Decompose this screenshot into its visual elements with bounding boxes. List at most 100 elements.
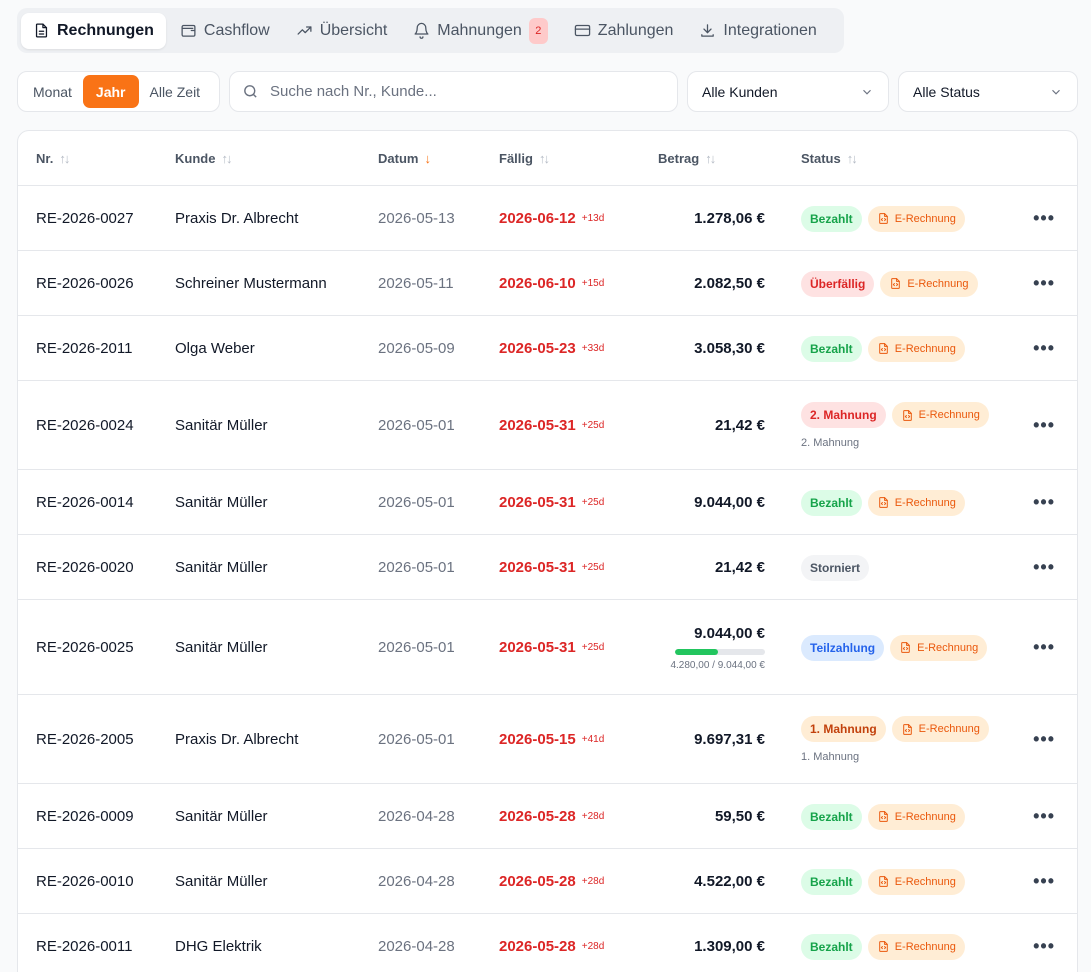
column-header-datum[interactable]: Datum ↓ (378, 131, 431, 186)
period-month-button[interactable]: Monat (22, 75, 83, 108)
more-actions-button[interactable]: ••• (1033, 914, 1055, 972)
table-row[interactable]: RE-2026-0024 Sanitär Müller 2026-05-01 2026… (18, 381, 1077, 470)
column-header-status[interactable]: Status ↑↓ (801, 131, 858, 186)
status: Bezahlt E-Rechnung (801, 186, 965, 251)
table-row[interactable]: RE-2026-0014 Sanitär Müller 2026-05-01 2026… (18, 470, 1077, 535)
status-select-value: Alle Status (913, 83, 980, 100)
e-rechnung-badge[interactable]: E-Rechnung (867, 489, 965, 516)
period-year-button[interactable]: Jahr (82, 75, 139, 108)
amount-value: 4.522,00 € (694, 873, 765, 890)
amount-value: 9.044,00 € (694, 624, 765, 642)
status-badge: Storniert (801, 554, 870, 581)
tab-integrationen[interactable]: Integrationen (687, 13, 828, 49)
e-rechnung-badge[interactable]: E-Rechnung (867, 868, 965, 895)
e-rechnung-label: E-Rechnung (894, 342, 956, 355)
e-rechnung-badge[interactable]: E-Rechnung (891, 402, 989, 428)
search-input[interactable] (270, 83, 650, 100)
more-actions-button[interactable]: ••• (1033, 381, 1055, 470)
table-row[interactable]: RE-2026-0026 Schreiner Mustermann 2026-05-… (18, 251, 1077, 316)
column-header-faellig[interactable]: Fällig ↑↓ (499, 131, 550, 186)
more-icon: ••• (1033, 338, 1055, 358)
status-badge: 1. Mahnung (801, 716, 886, 742)
amount-value: 9.044,00 € (694, 494, 765, 511)
e-rechnung-badge[interactable]: E-Rechnung (867, 335, 965, 362)
e-rechnung-label: E-Rechnung (918, 409, 980, 421)
more-actions-button[interactable]: ••• (1033, 535, 1055, 600)
tab-cashflow[interactable]: Cashflow (168, 13, 282, 49)
invoice-table: Nr. ↑↓ Kunde ↑↓ Datum ↓ Fällig ↑↓ Betrag ↑↓ S… (17, 130, 1078, 972)
e-rechnung-label: E-Rechnung (894, 875, 956, 888)
e-rechnung-badge[interactable]: E-Rechnung (867, 205, 965, 232)
more-actions-button[interactable]: ••• (1033, 251, 1055, 316)
column-label: Datum (378, 151, 419, 166)
tab-rechnungen[interactable]: Rechnungen (21, 12, 166, 49)
due-date: 2026-06-12 +13d (499, 210, 605, 227)
table-row[interactable]: RE-2026-0025 Sanitär Müller 2026-05-01 2026… (18, 600, 1077, 695)
tab-label: Zahlungen (597, 21, 674, 39)
e-rechnung-badge[interactable]: E-Rechnung (867, 933, 965, 960)
e-rechnung-icon (877, 212, 890, 225)
payment-progress-bar (675, 648, 765, 655)
invoice-date: 2026-05-01 (378, 731, 455, 748)
e-rechnung-badge[interactable]: E-Rechnung (890, 634, 988, 661)
tab-uebersicht[interactable]: Übersicht (284, 13, 400, 49)
due-date: 2026-05-23 +33d (499, 340, 605, 357)
status-badge: 2. Mahnung (801, 402, 886, 428)
e-rechnung-badge[interactable]: E-Rechnung (867, 803, 965, 830)
column-header-kunde[interactable]: Kunde ↑↓ (175, 131, 232, 186)
e-rechnung-icon (877, 940, 890, 953)
tab-zahlungen[interactable]: Zahlungen (562, 13, 686, 49)
due-date: 2026-06-10 +15d (499, 275, 605, 292)
sort-icon: ↑↓ (59, 151, 70, 166)
more-actions-button[interactable]: ••• (1033, 186, 1055, 251)
invoice-date: 2026-04-28 (378, 808, 455, 825)
status-select[interactable]: Alle Status (898, 71, 1078, 112)
table-row[interactable]: RE-2026-0011 DHG Elektrik 2026-04-28 2026-0… (18, 914, 1077, 972)
amount: 1.278,06 € (694, 186, 765, 251)
tab-label: Mahnungen (437, 21, 522, 39)
e-rechnung-label: E-Rechnung (907, 277, 969, 290)
column-header-betrag[interactable]: Betrag ↑↓ (658, 131, 716, 186)
more-actions-button[interactable]: ••• (1033, 695, 1055, 784)
e-rechnung-icon (889, 277, 902, 290)
due-date: 2026-05-28 +28d (499, 873, 605, 890)
more-actions-button[interactable]: ••• (1033, 470, 1055, 535)
more-actions-button[interactable]: ••• (1033, 316, 1055, 381)
e-rechnung-badge[interactable]: E-Rechnung (891, 716, 989, 742)
table-row[interactable]: RE-2026-0010 Sanitär Müller 2026-04-28 2026… (18, 849, 1077, 914)
more-icon: ••• (1033, 557, 1055, 577)
period-all-button[interactable]: Alle Zeit (139, 75, 212, 108)
column-header-nr[interactable]: Nr. ↑↓ (36, 131, 70, 186)
amount-value: 3.058,30 € (694, 340, 765, 357)
e-rechnung-badge[interactable]: E-Rechnung (880, 270, 978, 297)
table-row[interactable]: RE-2026-0020 Sanitär Müller 2026-05-01 2026… (18, 535, 1077, 600)
more-actions-button[interactable]: ••• (1033, 784, 1055, 849)
invoice-number: RE-2026-0026 (36, 275, 134, 292)
invoice-number: RE-2026-2005 (36, 731, 134, 748)
tab-mahnungen[interactable]: Mahnungen 2 (401, 13, 560, 49)
customer-select[interactable]: Alle Kunden (687, 71, 889, 112)
due-delta: +28d (581, 811, 605, 822)
table-row[interactable]: RE-2026-0009 Sanitär Müller 2026-04-28 2026… (18, 784, 1077, 849)
more-actions-button[interactable]: ••• (1033, 600, 1055, 695)
more-icon: ••• (1033, 273, 1055, 293)
status-subtext: 2. Mahnung (801, 437, 860, 449)
e-rechnung-icon (899, 641, 912, 654)
e-rechnung-icon (877, 342, 890, 355)
status-badge: Bezahlt (801, 933, 862, 960)
search-icon (244, 85, 257, 98)
due-date: 2026-05-31 +25d (499, 417, 605, 434)
invoice-date: 2026-04-28 (378, 873, 455, 890)
e-rechnung-icon (877, 875, 890, 888)
table-row[interactable]: RE-2026-0027 Praxis Dr. Albrecht 2026-05-1… (18, 186, 1077, 251)
table-row[interactable]: RE-2026-2005 Praxis Dr. Albrecht 2026-05-0… (18, 695, 1077, 784)
status: Bezahlt E-Rechnung (801, 914, 965, 972)
column-label: Kunde (175, 151, 216, 166)
status: Bezahlt E-Rechnung (801, 316, 965, 381)
e-rechnung-label: E-Rechnung (894, 212, 956, 225)
more-actions-button[interactable]: ••• (1033, 849, 1055, 914)
tab-label: Cashflow (203, 21, 270, 39)
more-icon: ••• (1033, 492, 1055, 512)
column-label: Betrag (658, 151, 700, 166)
table-row[interactable]: RE-2026-2011 Olga Weber 2026-05-09 2026-05-… (18, 316, 1077, 381)
